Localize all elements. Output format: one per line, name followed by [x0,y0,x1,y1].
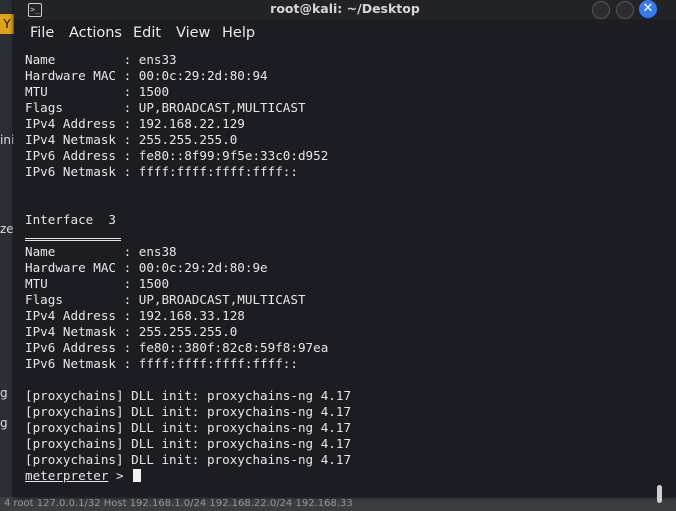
desktop-side-text: ini [0,133,15,147]
terminal-line: IPv4 Netmask : 255.255.255.0 [25,324,238,339]
maximize-button[interactable] [616,1,634,19]
desktop-side-text: g [0,416,8,430]
menu-bar: File Actions Edit View Help [14,20,676,48]
terminal-line: Hardware MAC : 00:0c:29:2d:80:9e [25,260,268,275]
terminal-line [25,228,351,244]
title-bar[interactable]: >_ root@kali: ~/Desktop ✕ [14,0,676,20]
terminal-line: Hardware MAC : 00:0c:29:2d:80:94 [25,68,268,83]
window-title: root@kali: ~/Desktop [270,1,420,16]
terminal-line: Name : ens33 [25,52,177,67]
menu-help[interactable]: Help [222,25,255,41]
terminal-line: IPv6 Netmask : ffff:ffff:ffff:ffff:: [25,164,298,179]
scrollbar-thumb[interactable] [657,485,662,503]
minimize-button[interactable] [592,1,610,19]
terminal-line: [proxychains] DLL init: proxychains-ng 4… [25,388,352,403]
terminal-line: Flags : UP,BROADCAST,MULTICAST [25,100,306,115]
terminal-line: IPv4 Netmask : 255.255.255.0 [25,132,238,147]
close-button[interactable]: ✕ [639,0,657,18]
prompt-suffix: > [108,468,132,483]
prompt-label: meterpreter [25,468,109,483]
terminal-line: Interface 3 [25,212,116,227]
terminal-line: [proxychains] DLL init: proxychains-ng 4… [25,420,352,435]
menu-actions[interactable]: Actions [69,25,122,41]
terminal-line: IPv6 Netmask : ffff:ffff:ffff:ffff:: [25,356,298,371]
desktop-badge: Y [0,14,14,34]
terminal-line: [proxychains] DLL init: proxychains-ng 4… [25,404,352,419]
terminal-line: [proxychains] DLL init: proxychains-ng 4… [25,452,352,467]
desktop-side-text: ze [0,222,14,236]
terminal-window: >_ root@kali: ~/Desktop ✕ File Actions E… [14,0,676,503]
desktop-side-text: g [0,386,8,400]
prompt-line[interactable]: meterpreter > [25,468,351,484]
terminal-output[interactable]: Name : ens33 Hardware MAC : 00:0c:29:2d:8… [14,48,676,503]
menu-view[interactable]: View [176,25,210,41]
section-underline [25,234,121,241]
terminal-line: MTU : 1500 [25,276,170,291]
terminal-line: IPv6 Address : fe80::8f99:9f5e:33c0:d952 [25,148,329,163]
terminal-line: [proxychains] DLL init: proxychains-ng 4… [25,436,352,451]
cursor [133,469,142,482]
terminal-line: Name : ens38 [25,244,177,259]
desktop-bottom-text: 4 root 127.0.0.1/32 Host 192.168.1.0/24 … [0,497,676,511]
terminal-line: IPv6 Address : fe80::380f:82c8:59f8:97ea [25,340,329,355]
desktop-left-strip: Y ini ze g g [0,0,14,511]
terminal-line: MTU : 1500 [25,84,170,99]
terminal-line: IPv4 Address : 192.168.22.129 [25,116,245,131]
terminal-line: IPv4 Address : 192.168.33.128 [25,308,245,323]
menu-edit[interactable]: Edit [133,25,161,41]
terminal-line: Flags : UP,BROADCAST,MULTICAST [25,292,306,307]
menu-file[interactable]: File [30,25,54,41]
terminal-lines: Name : ens33 Hardware MAC : 00:0c:29:2d:8… [25,52,351,484]
